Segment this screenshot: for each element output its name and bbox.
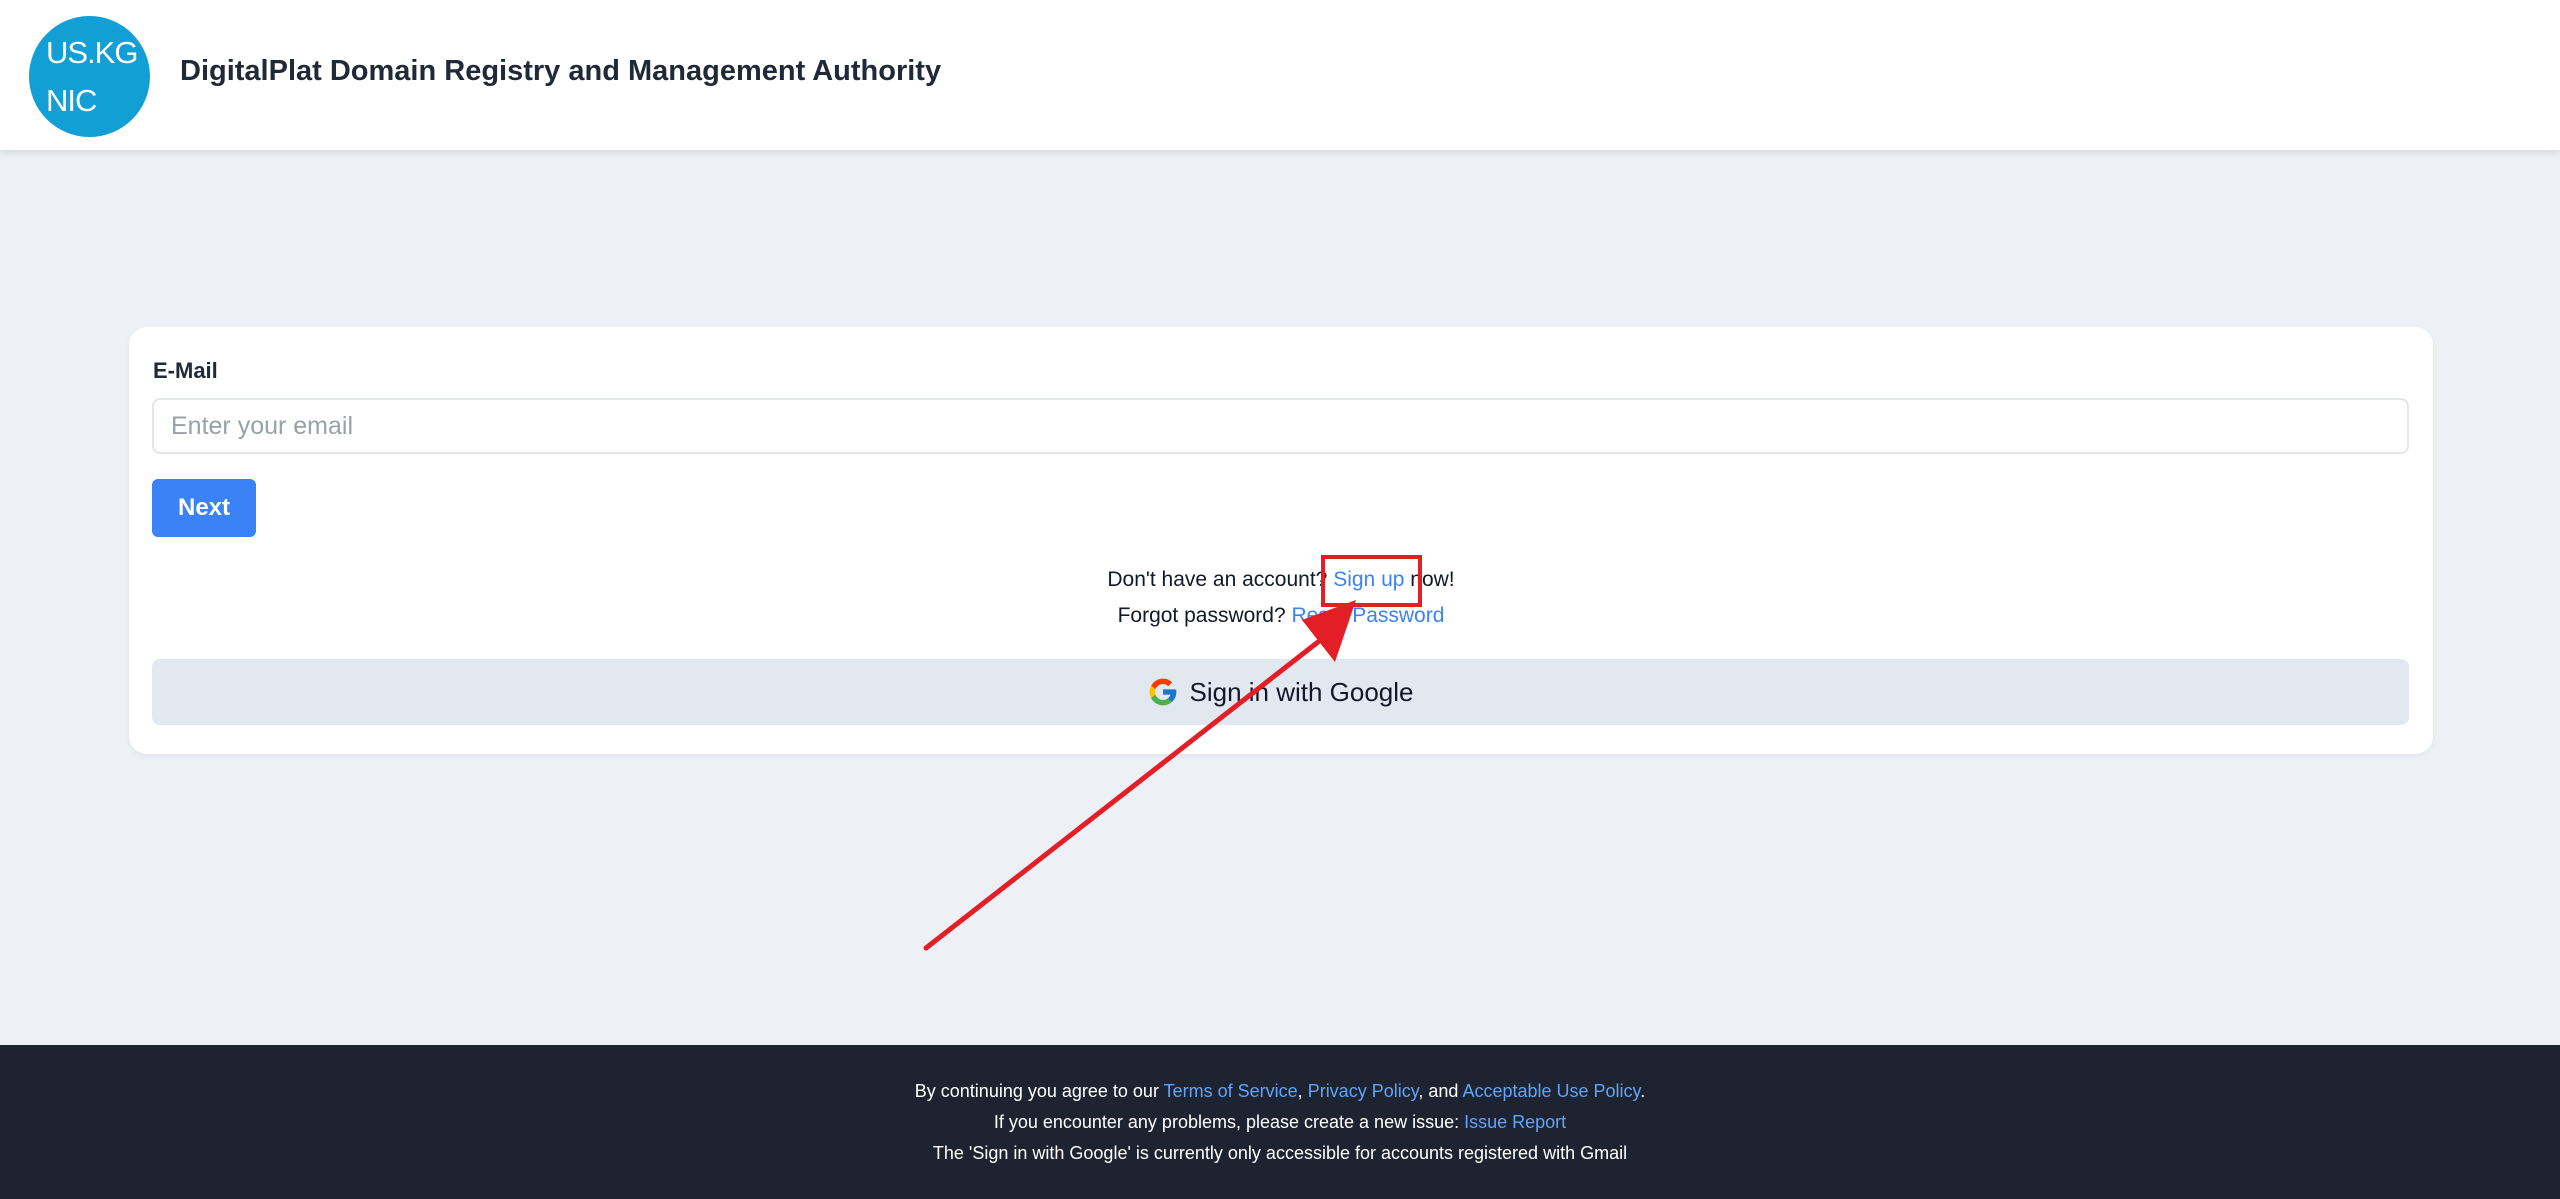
login-card: E-Mail Next Don't have an account? Sign … (129, 327, 2433, 754)
acceptable-use-policy-link[interactable]: Acceptable Use Policy (1462, 1081, 1640, 1101)
signup-prefix: Don't have an account? (1107, 568, 1334, 591)
site-logo[interactable]: US.KG NIC (29, 16, 150, 137)
terms-of-service-link[interactable]: Terms of Service (1164, 1081, 1298, 1101)
footer-sep2: , and (1418, 1081, 1463, 1101)
site-footer: By continuing you agree to our Terms of … (0, 1045, 2560, 1199)
footer-google-note: The 'Sign in with Google' is currently o… (932, 1143, 1628, 1163)
privacy-policy-link[interactable]: Privacy Policy (1308, 1081, 1419, 1101)
footer-terms-line: By continuing you agree to our Terms of … (0, 1081, 2560, 1102)
forgot-prefix: Forgot password? (1117, 604, 1292, 627)
google-signin-label: Sign in with Google (1189, 676, 1414, 707)
reset-password-link[interactable]: Reset Password (1292, 604, 1445, 627)
footer-line1-prefix: By continuing you agree to our (914, 1081, 1164, 1101)
email-input[interactable] (152, 398, 2409, 454)
site-title: DigitalPlat Domain Registry and Manageme… (180, 55, 942, 87)
footer-issue-line: If you encounter any problems, please cr… (0, 1112, 2560, 1133)
site-header: US.KG NIC DigitalPlat Domain Registry and… (0, 0, 2560, 150)
logo-text: US.KG NIC (46, 29, 146, 125)
next-button[interactable]: Next (152, 479, 256, 537)
signup-prompt: Don't have an account? Sign up now! (129, 568, 2433, 592)
footer-line2-prefix: If you encounter any problems, please cr… (993, 1112, 1465, 1132)
signup-suffix: now! (1404, 568, 1455, 591)
logo-line-1: US.KG (46, 34, 138, 70)
footer-sep1: , (1297, 1081, 1308, 1101)
forgot-password-prompt: Forgot password? Reset Password (129, 604, 2433, 628)
footer-line1-end: . (1640, 1081, 1646, 1101)
google-g-icon (1150, 678, 1177, 706)
issue-report-link[interactable]: Issue Report (1464, 1112, 1566, 1132)
email-label: E-Mail (153, 358, 218, 383)
google-signin-button[interactable]: Sign in with Google (152, 659, 2409, 725)
logo-line-2: NIC (46, 82, 97, 118)
signup-link[interactable]: Sign up (1333, 568, 1404, 591)
